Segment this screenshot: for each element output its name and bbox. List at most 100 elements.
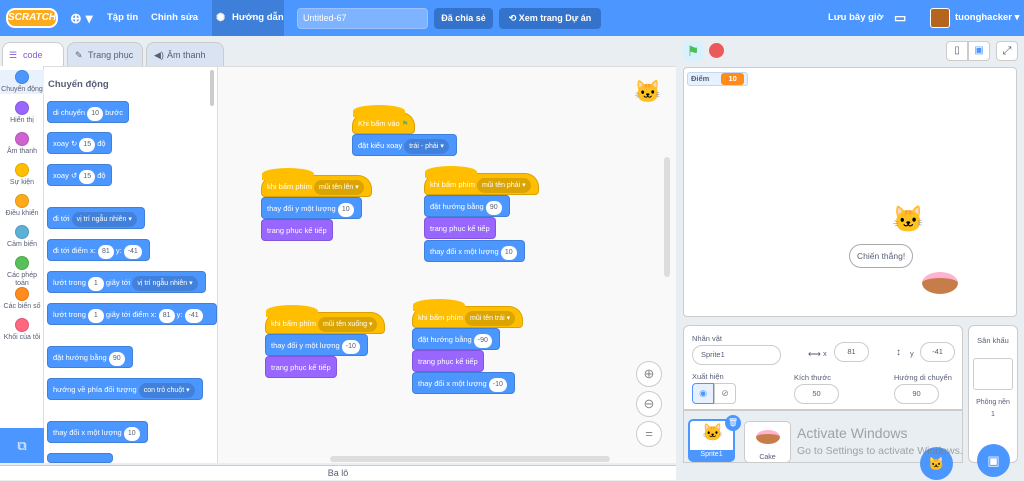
menu-bar: SCRATCH ⊕ ▾ Tập tin Chỉnh sửa ✺ Hướng dẫ… [0, 0, 1024, 36]
block-goto[interactable]: đi tới vị trí ngẫu nhiên [47, 207, 145, 229]
block-turn-right[interactable]: xoay ↻ 15 độ [47, 132, 112, 154]
stage-panel[interactable]: Sân khấu Phông nền 1 [968, 325, 1018, 463]
speaker-icon: ◀) [154, 50, 164, 60]
x-input[interactable]: 81 [834, 342, 869, 362]
size-input[interactable]: 50 [794, 384, 839, 404]
change-y-block[interactable]: thay đổi y một lượng 10 [261, 197, 362, 219]
change-x-block[interactable]: thay đổi x một lượng -10 [412, 372, 515, 394]
see-project-page-button[interactable]: ⟲ Xem trang Dự án [499, 8, 601, 29]
category-dot-icon [15, 132, 29, 146]
sprite-name: Cake [759, 454, 776, 461]
direction-label: Hướng di chuyển [894, 373, 952, 382]
x-label: x [823, 349, 827, 358]
category-7[interactable]: Các biến số [0, 287, 44, 311]
tab-sounds[interactable]: ◀) Âm thanh [146, 42, 224, 66]
category-4[interactable]: Điều khiển [0, 194, 44, 218]
green-flag-icon[interactable]: ⚑ [683, 41, 703, 61]
backdrops-count: 1 [991, 411, 995, 418]
point-direction-block[interactable]: đặt hướng bằng 90 [424, 195, 510, 217]
tutorials-button[interactable]: ✺ Hướng dẫn [212, 0, 284, 36]
category-menu: Chuyển động Hiển thị Âm thanh Sự kiện Điều k… [0, 66, 44, 463]
add-extension-button[interactable]: ⧉ [0, 428, 44, 463]
y-input[interactable]: -41 [920, 342, 955, 362]
block-glide[interactable]: lướt trong 1 giây tới vị trí ngẫu nhiên [47, 271, 206, 293]
category-label: Khối của tôi [3, 334, 41, 341]
category-6[interactable]: Các phép toán [0, 256, 44, 288]
cat-sprite[interactable]: 🐱 [892, 204, 924, 235]
delete-icon[interactable]: 🗑 [725, 415, 741, 431]
rotate-right-icon: ↻ [70, 139, 78, 148]
next-costume-block[interactable]: trang phục kế tiếp [412, 350, 484, 372]
direction-input[interactable]: 90 [894, 384, 939, 404]
workspace-vscrollbar[interactable] [664, 157, 670, 277]
backdrops-label: Phông nền [976, 399, 1010, 406]
edit-menu[interactable]: Chỉnh sửa [151, 0, 198, 36]
block-turn-left[interactable]: xoay ↺ 15 độ [47, 164, 112, 186]
small-stage-icon[interactable]: ▯ [946, 41, 968, 61]
block-change-x[interactable]: thay đổi x một lượng 10 [47, 421, 148, 443]
share-button[interactable]: Đã chia sẻ [434, 8, 493, 29]
sprite-thumb-cake[interactable]: Cake [744, 421, 791, 463]
block-goto-xy[interactable]: đi tới điểm x: 81 y: -41 [47, 239, 150, 261]
change-y-block[interactable]: thay đổi y một lượng -10 [265, 334, 368, 356]
hide-eye-icon[interactable]: ⊘ [714, 383, 736, 404]
green-flag-icon: ⚑ [401, 119, 409, 128]
code-icon: ☰ [9, 50, 18, 60]
when-key-down-block[interactable]: khi bấm phím mũi tên xuống [265, 305, 386, 334]
zoom-reset-button[interactable]: = [636, 421, 662, 447]
file-menu[interactable]: Tập tin [107, 0, 138, 36]
point-direction-block[interactable]: đặt hướng bằng -90 [412, 328, 500, 350]
folder-icon[interactable]: ▭ [894, 0, 906, 36]
set-rotation-block[interactable]: đặt kiểu xoay trái - phải [352, 134, 457, 156]
category-8[interactable]: Khối của tôi [0, 318, 44, 342]
category-label: Hiển thị [10, 117, 34, 124]
category-3[interactable]: Sự kiện [0, 163, 44, 187]
category-dot-icon [15, 287, 29, 301]
tab-code[interactable]: ☰ code [2, 42, 64, 66]
category-label: Các phép toán [7, 272, 37, 287]
zoom-in-button[interactable]: ⊕ [636, 361, 662, 387]
avatar[interactable] [930, 8, 950, 28]
variable-value: 10 [721, 73, 744, 85]
palette-scrollbar[interactable] [210, 70, 214, 106]
y-label: y [910, 349, 914, 358]
category-1[interactable]: Hiển thị [0, 101, 44, 125]
scratch-logo[interactable]: SCRATCH [6, 8, 58, 28]
next-costume-block[interactable]: trang phục kế tiếp [424, 217, 496, 239]
project-title-input[interactable]: Untitled-67 [297, 8, 428, 29]
sprite-label: Nhân vật [692, 334, 723, 343]
block-move[interactable]: di chuyển 10 bước [47, 101, 129, 123]
large-stage-icon[interactable]: ▣ [968, 41, 990, 61]
tab-costumes[interactable]: ✎ Trang phục [67, 42, 143, 66]
next-costume-block[interactable]: trang phục kế tiếp [261, 219, 333, 241]
category-5[interactable]: Cảm biến [0, 225, 44, 249]
stage[interactable]: Điểm 10 🐱 Chiến thắng! [683, 67, 1017, 317]
when-key-right-block[interactable]: khi bấm phím mũi tên phải [424, 166, 539, 195]
next-costume-block[interactable]: trang phục kế tiếp [265, 356, 337, 378]
globe-icon[interactable]: ⊕ ▾ [70, 0, 93, 36]
block-point-towards[interactable]: hướng về phía đối tượng con trỏ chuột [47, 378, 203, 400]
zoom-out-button[interactable]: ⊖ [636, 391, 662, 417]
fullscreen-icon[interactable]: ⤢ [996, 41, 1018, 61]
when-flag-clicked-block[interactable]: Khi bấm vào ⚑ [352, 105, 415, 134]
category-2[interactable]: Âm thanh [0, 132, 44, 156]
change-x-block[interactable]: thay đổi x một lượng 10 [424, 240, 525, 262]
cake-sprite[interactable] [922, 272, 958, 294]
backpack[interactable]: Ba lô [0, 465, 676, 480]
show-eye-icon[interactable]: ◉ [692, 383, 714, 404]
block-partial[interactable] [47, 453, 113, 463]
variable-monitor[interactable]: Điểm 10 [687, 72, 748, 86]
script-workspace[interactable]: 🐱 [218, 66, 676, 463]
block-point-direction[interactable]: đặt hướng bằng 90 [47, 346, 133, 368]
username-menu[interactable]: tuonghacker ▾ [955, 0, 1019, 36]
backdrop-thumbnail[interactable] [973, 358, 1013, 390]
when-key-left-block[interactable]: khi bấm phím mũi tên trái [412, 299, 524, 328]
stop-icon[interactable] [709, 43, 724, 58]
block-glide-xy[interactable]: lướt trong 1 giây tới điểm x: 81 y: -41 [47, 303, 217, 325]
category-0[interactable]: Chuyển động [0, 70, 44, 94]
sprite-name-input[interactable]: Sprite1 [692, 345, 781, 365]
workspace-hscrollbar[interactable] [330, 456, 610, 462]
add-backdrop-button[interactable]: ▣ [977, 444, 1010, 477]
save-now-link[interactable]: Lưu bây giờ [828, 0, 883, 36]
when-key-up-block[interactable]: khi bấm phím mũi tên lên [261, 168, 372, 197]
